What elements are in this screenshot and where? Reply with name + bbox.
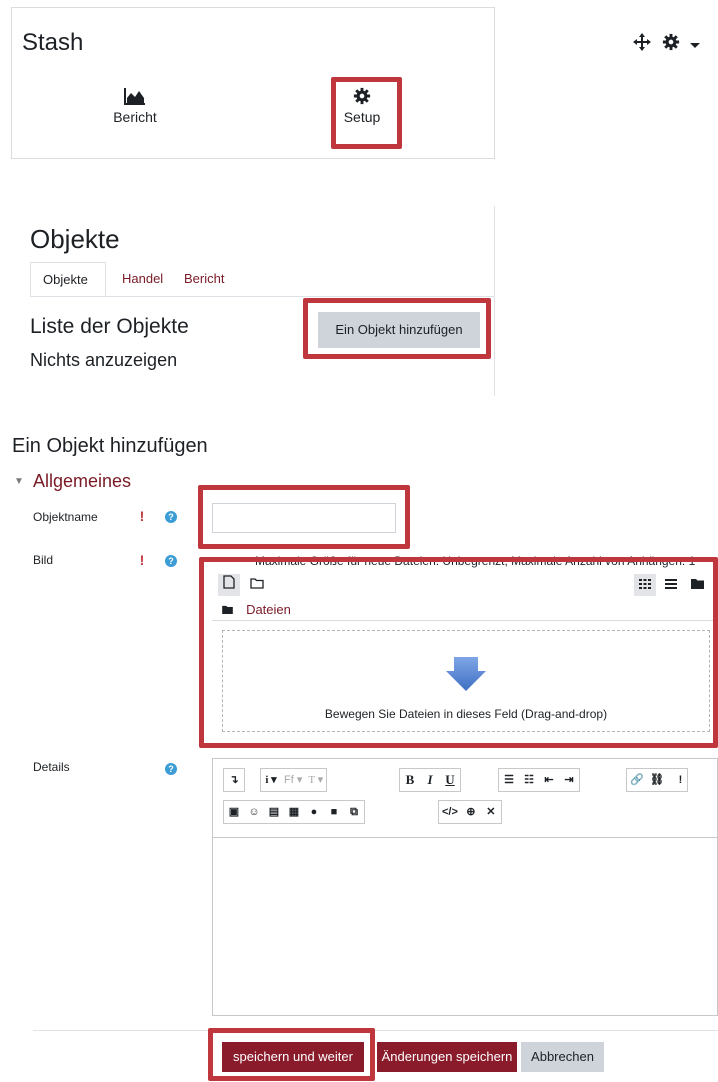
stash-block: [11, 7, 495, 159]
media-icon[interactable]: ▤: [264, 801, 284, 823]
highlight-add-object: [303, 298, 491, 359]
section-general[interactable]: Allgemeines: [33, 471, 131, 492]
tabs: Objekte Handel Bericht: [30, 262, 494, 297]
highlight-file-picker: [199, 557, 718, 748]
image-icon[interactable]: ▣: [224, 801, 244, 823]
empty-message: Nichts anzuzeigen: [30, 350, 178, 370]
fullscreen-icon[interactable]: ✕: [481, 801, 501, 823]
divider: [33, 1030, 718, 1031]
required-icon: !: [139, 508, 145, 524]
manage-files-icon[interactable]: ▦: [284, 801, 304, 823]
caret-down-icon[interactable]: [690, 34, 700, 55]
objects-title: Objekte: [30, 224, 120, 254]
name-label: Objektname: [33, 510, 98, 524]
collapse-toolbar-icon[interactable]: ↴: [224, 769, 244, 791]
video-icon[interactable]: ■: [324, 801, 344, 823]
save-changes-button[interactable]: Änderungen speichern: [377, 1042, 517, 1072]
link-icon[interactable]: 🔗: [627, 769, 647, 791]
stash-report-label: Bericht: [113, 109, 157, 125]
stash-controls: [632, 32, 700, 57]
cancel-button[interactable]: Abbrechen: [521, 1042, 604, 1072]
tab-objekte[interactable]: Objekte: [30, 262, 106, 296]
highlight-name-input: [198, 485, 410, 549]
highlight-save-continue: [208, 1028, 375, 1081]
move-icon[interactable]: [632, 32, 652, 57]
gear-icon[interactable]: [662, 33, 680, 56]
outdent-icon[interactable]: ⇤: [539, 769, 559, 791]
help-icon[interactable]: ?: [165, 555, 177, 567]
block-divider: [494, 206, 495, 396]
tab-bericht[interactable]: Bericht: [172, 262, 236, 296]
microphone-icon[interactable]: ●: [304, 801, 324, 823]
details-textarea[interactable]: [213, 838, 717, 1015]
toolbar-group: ↴: [223, 768, 245, 792]
toolbar-group: ☰ ☷ ⇤ ⇥: [498, 768, 580, 792]
numbered-list-icon[interactable]: ☷: [519, 769, 539, 791]
toolbar-group: 🔗 ⛓ !: [626, 768, 688, 792]
help-icon[interactable]: ?: [165, 763, 177, 775]
help-icon[interactable]: ?: [165, 511, 177, 523]
unlink-icon[interactable]: ⛓: [647, 769, 667, 791]
highlight-setup: [331, 77, 402, 149]
underline-icon[interactable]: U: [440, 769, 460, 791]
form-title: Ein Objekt hinzufügen: [12, 435, 208, 457]
italic-icon[interactable]: I: [420, 769, 440, 791]
indent-icon[interactable]: ⇥: [559, 769, 579, 791]
tab-handel[interactable]: Handel: [110, 262, 175, 296]
copy-icon[interactable]: ⧉: [344, 801, 364, 823]
toolbar-group: ▣ ☺ ▤ ▦ ● ■ ⧉: [223, 800, 365, 824]
bold-icon[interactable]: B: [400, 769, 420, 791]
toolbar-group: i ▾ Ff ▾ T ▾: [260, 768, 328, 792]
details-label: Details: [33, 760, 70, 774]
collapse-caret-icon[interactable]: ▼: [14, 476, 24, 487]
area-chart-icon: [95, 87, 175, 109]
emoticon-alert-icon[interactable]: !: [667, 769, 687, 791]
list-title: Liste der Objekte: [30, 315, 189, 338]
image-label: Bild: [33, 553, 54, 567]
toolbar-group: </> ⊕ ✕: [438, 800, 502, 824]
stash-report-link[interactable]: Bericht: [95, 87, 175, 125]
required-icon: !: [139, 552, 145, 568]
info-style-icon[interactable]: i ▾: [261, 769, 281, 791]
zoom-icon[interactable]: ⊕: [461, 801, 481, 823]
bullet-list-icon[interactable]: ☰: [499, 769, 519, 791]
html-code-icon[interactable]: </>: [439, 801, 461, 823]
font-family-icon: Ff ▾: [284, 774, 303, 786]
details-editor: ↴ i ▾ Ff ▾ T ▾ B I U ☰ ☷ ⇤ ⇥ 🔗 ⛓ ! ▣ ☺ ▤…: [212, 758, 718, 1016]
emoji-icon[interactable]: ☺: [244, 801, 264, 823]
toolbar-group: B I U: [399, 768, 461, 792]
font-size-icon: T ▾: [308, 774, 324, 786]
stash-title: Stash: [22, 29, 84, 56]
